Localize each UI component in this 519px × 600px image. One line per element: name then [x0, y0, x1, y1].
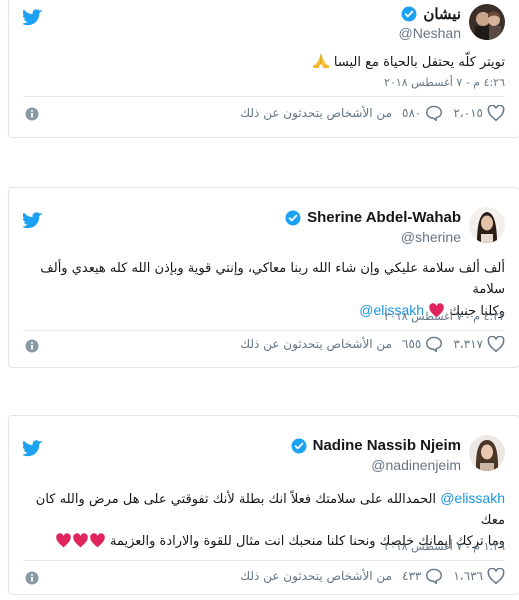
- author-row: Nadine Nassib Njeim: [291, 437, 461, 454]
- talking-about-text[interactable]: من الأشخاص يتحدثون عن ذلك: [240, 106, 392, 120]
- avatar[interactable]: [469, 207, 505, 243]
- author-row: نيشان: [401, 5, 461, 23]
- tweet-card-neshan[interactable]: نيشان @Neshan تويتر كلّه يحتفل بالحياة م…: [8, 0, 519, 138]
- info-icon[interactable]: [25, 107, 39, 121]
- reply-bubble-icon: [426, 105, 443, 121]
- heart-icon: [487, 105, 505, 121]
- divider: [23, 96, 505, 97]
- tweet-actions: ١،٦٣٦ ٤٣٣ من الأشخاص يتحدثون عن ذلك: [234, 568, 505, 584]
- author-handle[interactable]: @sherine: [401, 229, 461, 245]
- info-icon[interactable]: [25, 571, 39, 585]
- reply-bubble-icon: [426, 568, 443, 584]
- reply-count: ٥٨٠: [402, 106, 422, 120]
- avatar[interactable]: [469, 435, 505, 471]
- verified-badge-icon: [401, 6, 417, 22]
- tweet-text: تويتر كلّه يحتفل بالحياة مع اليسا: [23, 52, 505, 76]
- author-handle[interactable]: @nadinenjeim: [371, 457, 461, 473]
- tweet-actions: ٢،٠١٥ ٥٨٠ من الأشخاص يتحدثون عن ذلك: [234, 105, 505, 121]
- like-button[interactable]: ٣،٣١٧: [453, 336, 505, 352]
- like-count: ٣،٣١٧: [453, 337, 483, 351]
- tweet-text-body: تويتر كلّه يحتفل بالحياة مع اليسا: [333, 55, 505, 70]
- heart-icon: [487, 568, 505, 584]
- reply-button[interactable]: ٥٨٠: [402, 105, 443, 121]
- like-count: ١،٦٣٦: [453, 569, 483, 583]
- tweet-actions: ٣،٣١٧ ٦٥٥ من الأشخاص يتحدثون عن ذلك: [234, 336, 505, 352]
- author-name[interactable]: نيشان: [423, 5, 461, 23]
- info-icon[interactable]: [25, 339, 39, 353]
- verified-badge-icon: [285, 210, 301, 225]
- author-row: Sherine Abdel-Wahab: [285, 209, 461, 226]
- divider: [23, 330, 505, 331]
- heart-icon: [487, 336, 505, 352]
- like-button[interactable]: ١،٦٣٦: [453, 568, 505, 584]
- author-name[interactable]: Nadine Nassib Njeim: [313, 437, 461, 454]
- talking-about-text[interactable]: من الأشخاص يتحدثون عن ذلك: [240, 337, 392, 351]
- tweet-timestamp[interactable]: ١:٢٦ م - ٧ أغسطس ٢٠١٨: [23, 540, 505, 553]
- reply-bubble-icon: [426, 336, 443, 352]
- tweet-timestamp[interactable]: ٤:٢٦ م - ٧ أغسطس ٢٠١٨: [23, 76, 505, 89]
- tweet-card-nadine[interactable]: Nadine Nassib Njeim @nadinenjeim @elissa…: [8, 415, 519, 595]
- reply-button[interactable]: ٦٥٥: [402, 336, 443, 352]
- author-handle[interactable]: @Neshan: [399, 25, 461, 41]
- tweet-card-sherine[interactable]: Sherine Abdel-Wahab @sherine ألف ألف سلا…: [8, 187, 519, 368]
- tweet-text-body: الحمدالله على سلامتك فعلاً انك بطلة لأنك…: [35, 492, 505, 528]
- like-count: ٢،٠١٥: [453, 106, 483, 120]
- twitter-bird-icon[interactable]: [23, 9, 43, 26]
- mention-link[interactable]: @elissakh: [440, 490, 505, 506]
- reply-count: ٤٣٣: [402, 569, 422, 583]
- talking-about-text[interactable]: من الأشخاص يتحدثون عن ذلك: [240, 569, 392, 583]
- folded-hands-icon: [312, 52, 330, 76]
- avatar[interactable]: [469, 4, 505, 40]
- tweet-text-line: ألف ألف سلامة عليكي وإن شاء الله ربنا مع…: [40, 261, 505, 297]
- author-name[interactable]: Sherine Abdel-Wahab: [307, 209, 461, 226]
- twitter-bird-icon[interactable]: [23, 440, 43, 457]
- like-button[interactable]: ٢،٠١٥: [453, 105, 505, 121]
- twitter-bird-icon[interactable]: [23, 212, 43, 229]
- divider: [23, 560, 505, 561]
- verified-badge-icon: [291, 438, 307, 453]
- tweet-text-line: @elissakh الحمدالله على سلامتك فعلاً انك…: [23, 488, 505, 531]
- tweet-timestamp[interactable]: ٤:٢٢ م - ٧ أغسطس ٢٠١٨: [23, 310, 505, 323]
- reply-button[interactable]: ٤٣٣: [402, 568, 443, 584]
- reply-count: ٦٥٥: [402, 337, 422, 351]
